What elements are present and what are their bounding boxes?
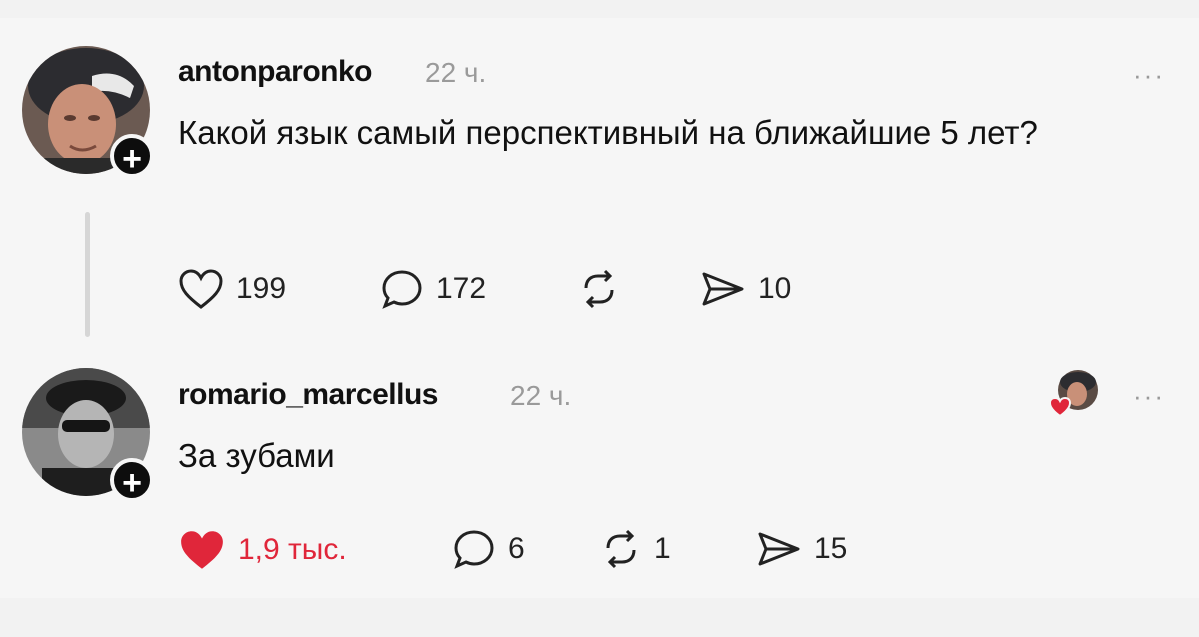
repost-count: 1 <box>654 532 671 565</box>
like-count: 199 <box>236 272 287 305</box>
follow-button[interactable]: + <box>110 134 154 178</box>
comment-icon <box>382 270 422 309</box>
thread-line <box>85 212 90 337</box>
repost-button[interactable] <box>578 268 632 310</box>
follow-button[interactable]: + <box>110 458 154 502</box>
share-count: 15 <box>814 532 848 565</box>
author-avatar-wrap[interactable]: + <box>22 46 154 178</box>
send-icon <box>758 532 800 566</box>
more-options-button[interactable]: ··· <box>1133 381 1165 412</box>
comment-count: 172 <box>436 272 487 305</box>
repost-button[interactable]: 1 <box>600 528 671 570</box>
heart-filled-icon <box>181 531 223 569</box>
share-button[interactable]: 10 <box>700 268 791 310</box>
like-button[interactable]: 199 <box>178 268 286 310</box>
share-button[interactable]: 15 <box>756 528 847 570</box>
timestamp: 22 ч. <box>425 57 487 88</box>
username[interactable]: romario_marcellus <box>178 378 438 412</box>
comment-button[interactable]: 6 <box>452 528 525 570</box>
post-text: За зубами <box>178 437 335 474</box>
comment-icon <box>454 530 494 569</box>
like-count: 1,9 тыс. <box>238 533 347 566</box>
repost-icon <box>584 269 614 309</box>
username[interactable]: antonparonko <box>178 55 373 89</box>
like-button[interactable]: 1,9 тыс. <box>178 528 347 572</box>
send-icon <box>702 272 744 306</box>
author-avatar-wrap[interactable]: + <box>22 368 154 502</box>
timestamp: 22 ч. <box>510 380 572 411</box>
heart-badge-icon <box>1048 396 1072 418</box>
comment-button[interactable]: 172 <box>380 268 486 310</box>
comment-count: 6 <box>508 532 525 565</box>
post-text: Какой язык самый перспективный на ближай… <box>178 114 1038 151</box>
more-options-button[interactable]: ··· <box>1133 60 1165 91</box>
heart-icon <box>179 269 223 309</box>
repost-icon <box>606 529 636 569</box>
share-count: 10 <box>758 272 792 305</box>
author-liked-avatar <box>1048 368 1098 418</box>
